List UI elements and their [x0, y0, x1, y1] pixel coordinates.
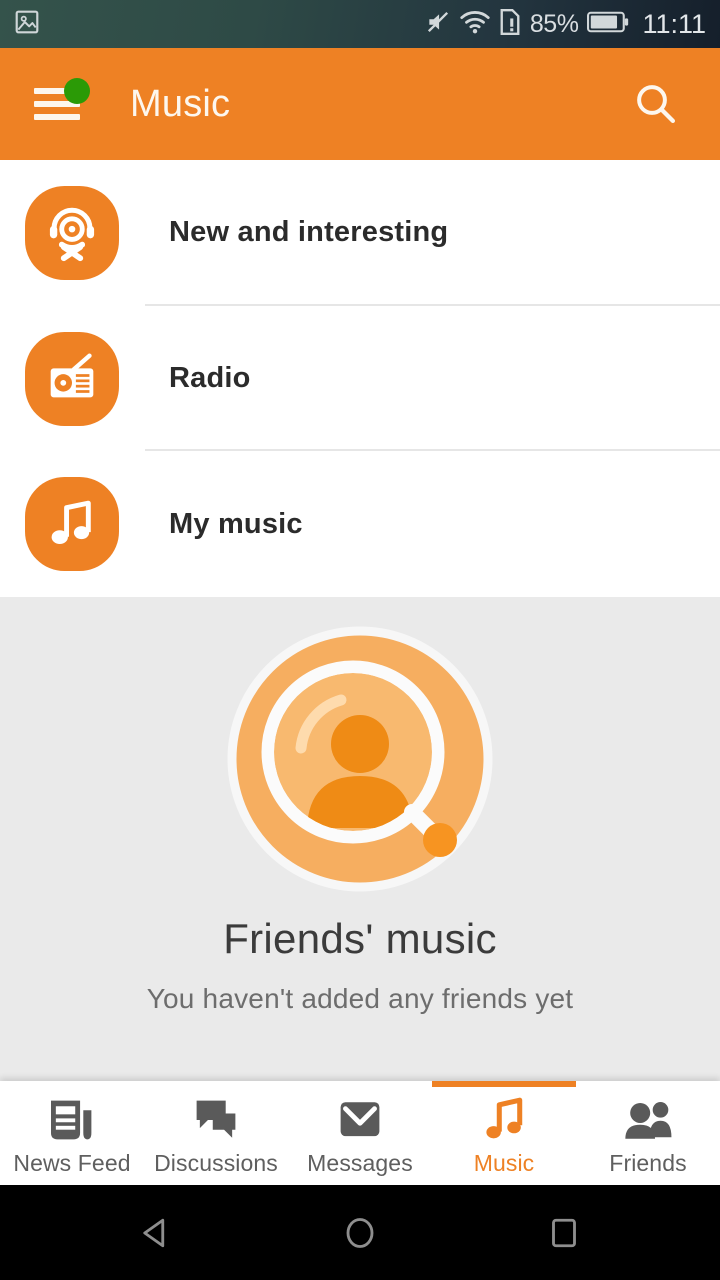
app-bar: Music — [0, 48, 720, 160]
friends-music-empty-state: Friends' music You haven't added any fri… — [0, 597, 720, 1081]
nav-tab-friends[interactable]: Friends — [576, 1081, 720, 1185]
magnifier-person-icon — [223, 622, 497, 901]
active-tab-indicator — [432, 1081, 576, 1087]
screenshot-icon — [14, 9, 40, 40]
battery-percent-label: 85% — [529, 9, 579, 38]
menu-item-label: New and interesting — [169, 216, 449, 249]
menu-item-label: My music — [169, 507, 303, 540]
friends-music-title: Friends' music — [223, 915, 497, 962]
android-navigation-bar — [0, 1185, 720, 1280]
ok-headphones-icon — [25, 185, 119, 280]
nav-tab-label: Messages — [307, 1150, 413, 1176]
notification-dot — [64, 78, 90, 104]
discussions-icon — [193, 1095, 239, 1141]
hamburger-menu-icon[interactable] — [34, 78, 90, 126]
mute-icon — [425, 9, 451, 40]
wifi-icon — [460, 9, 490, 40]
menu-item-my-music[interactable]: My music — [0, 451, 720, 597]
status-bar-left — [0, 9, 40, 40]
home-button[interactable] — [328, 1201, 392, 1265]
music-note-icon — [482, 1095, 526, 1141]
page-title: Music — [130, 82, 231, 125]
nav-tab-discussions[interactable]: Discussions — [144, 1081, 288, 1185]
battery-icon — [587, 10, 629, 39]
music-menu-list: New and interesting Radio My music — [0, 160, 720, 597]
menu-item-new-and-interesting[interactable]: New and interesting — [0, 160, 720, 306]
app-screen: 85% 11:11 Music New and interesting Radi… — [0, 0, 720, 1280]
search-icon[interactable] — [628, 76, 684, 132]
nav-tab-label: Music — [473, 1150, 535, 1176]
hamburger-bar — [34, 114, 80, 120]
menu-item-label: Radio — [169, 362, 251, 395]
status-bar-clock: 11:11 — [642, 8, 706, 39]
nav-tab-label: Discussions — [154, 1150, 278, 1176]
menu-item-radio[interactable]: Radio — [0, 306, 720, 452]
news-feed-icon — [49, 1095, 95, 1141]
status-bar: 85% 11:11 — [0, 0, 720, 48]
nav-tab-messages[interactable]: Messages — [288, 1081, 432, 1185]
nav-tab-label: Friends — [609, 1150, 687, 1176]
friends-music-subtitle: You haven't added any friends yet — [146, 983, 574, 1014]
messages-icon — [337, 1095, 383, 1141]
sim-alert-icon — [499, 8, 521, 40]
friends-icon — [623, 1095, 673, 1141]
bottom-navigation: News Feed Discussions Messages Music Fri… — [0, 1081, 720, 1185]
nav-tab-label: News Feed — [13, 1150, 131, 1176]
nav-tab-news-feed[interactable]: News Feed — [0, 1081, 144, 1185]
radio-icon — [25, 331, 119, 426]
nav-tab-music[interactable]: Music — [432, 1081, 576, 1185]
recents-button[interactable] — [532, 1201, 596, 1265]
music-note-icon — [25, 477, 119, 572]
status-bar-right: 85% 11:11 — [425, 8, 720, 40]
back-button[interactable] — [124, 1201, 188, 1265]
